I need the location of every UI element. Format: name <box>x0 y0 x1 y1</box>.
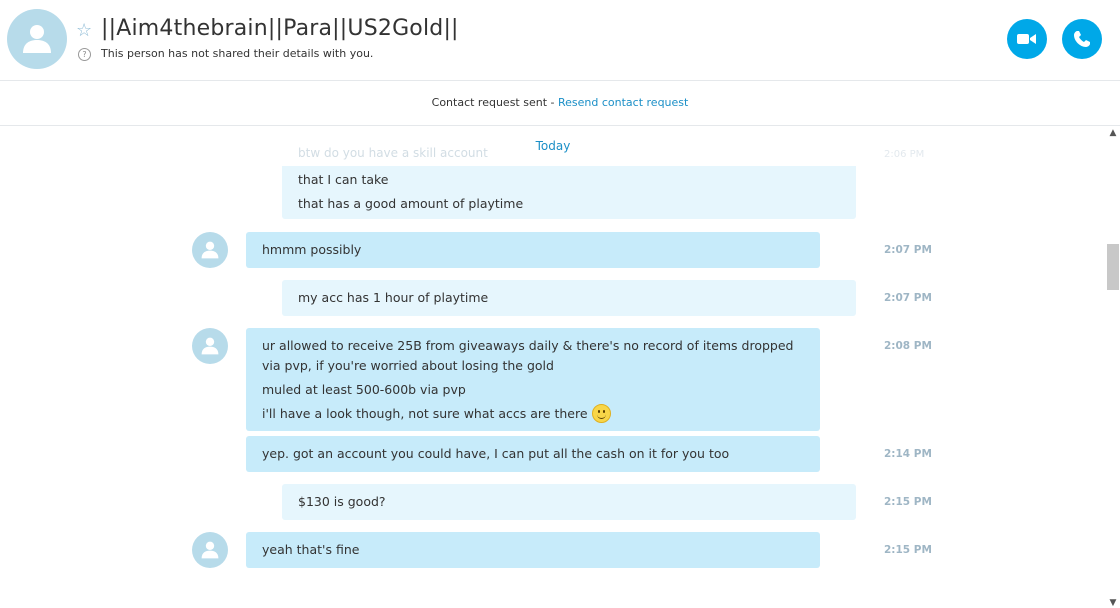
smile-emoji-icon <box>591 404 611 423</box>
message-timestamp: 2:08 PM <box>884 340 932 352</box>
video-call-button[interactable] <box>1007 19 1047 59</box>
request-sent-text: Contact request sent - <box>431 96 558 109</box>
day-separator: Today <box>535 139 571 153</box>
message-line: that has a good amount of playtime <box>298 196 524 211</box>
phone-icon <box>1074 31 1090 47</box>
person-icon <box>201 241 219 259</box>
contact-subtitle: This person has not shared their details… <box>101 47 374 60</box>
sender-avatar[interactable] <box>192 532 228 568</box>
star-icon[interactable]: ☆ <box>76 21 92 41</box>
message-line: that I can take <box>298 172 389 187</box>
message-bubble-incoming[interactable]: hmmm possibly <box>246 232 820 268</box>
contact-request-bar: Contact request sent - Resend contact re… <box>0 81 1120 126</box>
message-timestamp: 2:14 PM <box>884 448 932 460</box>
contact-avatar[interactable] <box>7 9 67 69</box>
resend-request-link[interactable]: Resend contact request <box>558 96 688 109</box>
sender-avatar[interactable] <box>192 328 228 364</box>
video-camera-icon <box>1017 34 1036 44</box>
message-bubble-outgoing[interactable]: that I can take that has a good amount o… <box>282 166 856 219</box>
person-icon <box>201 541 219 559</box>
vertical-scrollbar[interactable]: ▲ ▼ <box>1106 126 1120 608</box>
message-line: my acc has 1 hour of playtime <box>298 290 489 305</box>
message-line: i'll have a look though, not sure what a… <box>262 406 588 421</box>
message-line: $130 is good? <box>298 494 386 509</box>
message-bubble-outgoing[interactable]: $130 is good? <box>282 484 856 520</box>
message-line: muled at least 500-600b via pvp <box>262 382 466 397</box>
question-icon: ? <box>78 48 91 61</box>
message-line: yeah that's fine <box>262 542 360 557</box>
person-icon <box>201 337 219 355</box>
message-bubble-incoming[interactable]: yeah that's fine <box>246 532 820 568</box>
audio-call-button[interactable] <box>1062 19 1102 59</box>
conversation-header: ☆ ||Aim4thebrain||Para||US2Gold|| ? This… <box>0 0 1120 81</box>
message-bubble-incoming[interactable]: yep. got an account you could have, I ca… <box>246 436 820 472</box>
message-bubble-outgoing[interactable]: my acc has 1 hour of playtime <box>282 280 856 316</box>
message-timestamp: 2:15 PM <box>884 544 932 556</box>
contact-name[interactable]: ||Aim4thebrain||Para||US2Gold|| <box>101 16 459 41</box>
message-line: hmmm possibly <box>262 242 362 257</box>
message-timestamp: 2:07 PM <box>884 244 932 256</box>
scroll-down-arrow-icon[interactable]: ▼ <box>1108 598 1118 608</box>
message-timestamp: 2:15 PM <box>884 496 932 508</box>
sender-avatar[interactable] <box>192 232 228 268</box>
person-icon <box>23 25 51 53</box>
message-history[interactable]: Today btw do you have a skill account 2:… <box>0 126 1106 608</box>
scrollbar-thumb[interactable] <box>1107 244 1119 290</box>
message-timestamp: 2:07 PM <box>884 292 932 304</box>
message-bubble-incoming[interactable]: ur allowed to receive 25B from giveaways… <box>246 328 820 431</box>
scroll-up-arrow-icon[interactable]: ▲ <box>1108 128 1118 138</box>
message-line: ur allowed to receive 25B from giveaways… <box>262 338 794 373</box>
message-line: yep. got an account you could have, I ca… <box>262 446 730 461</box>
